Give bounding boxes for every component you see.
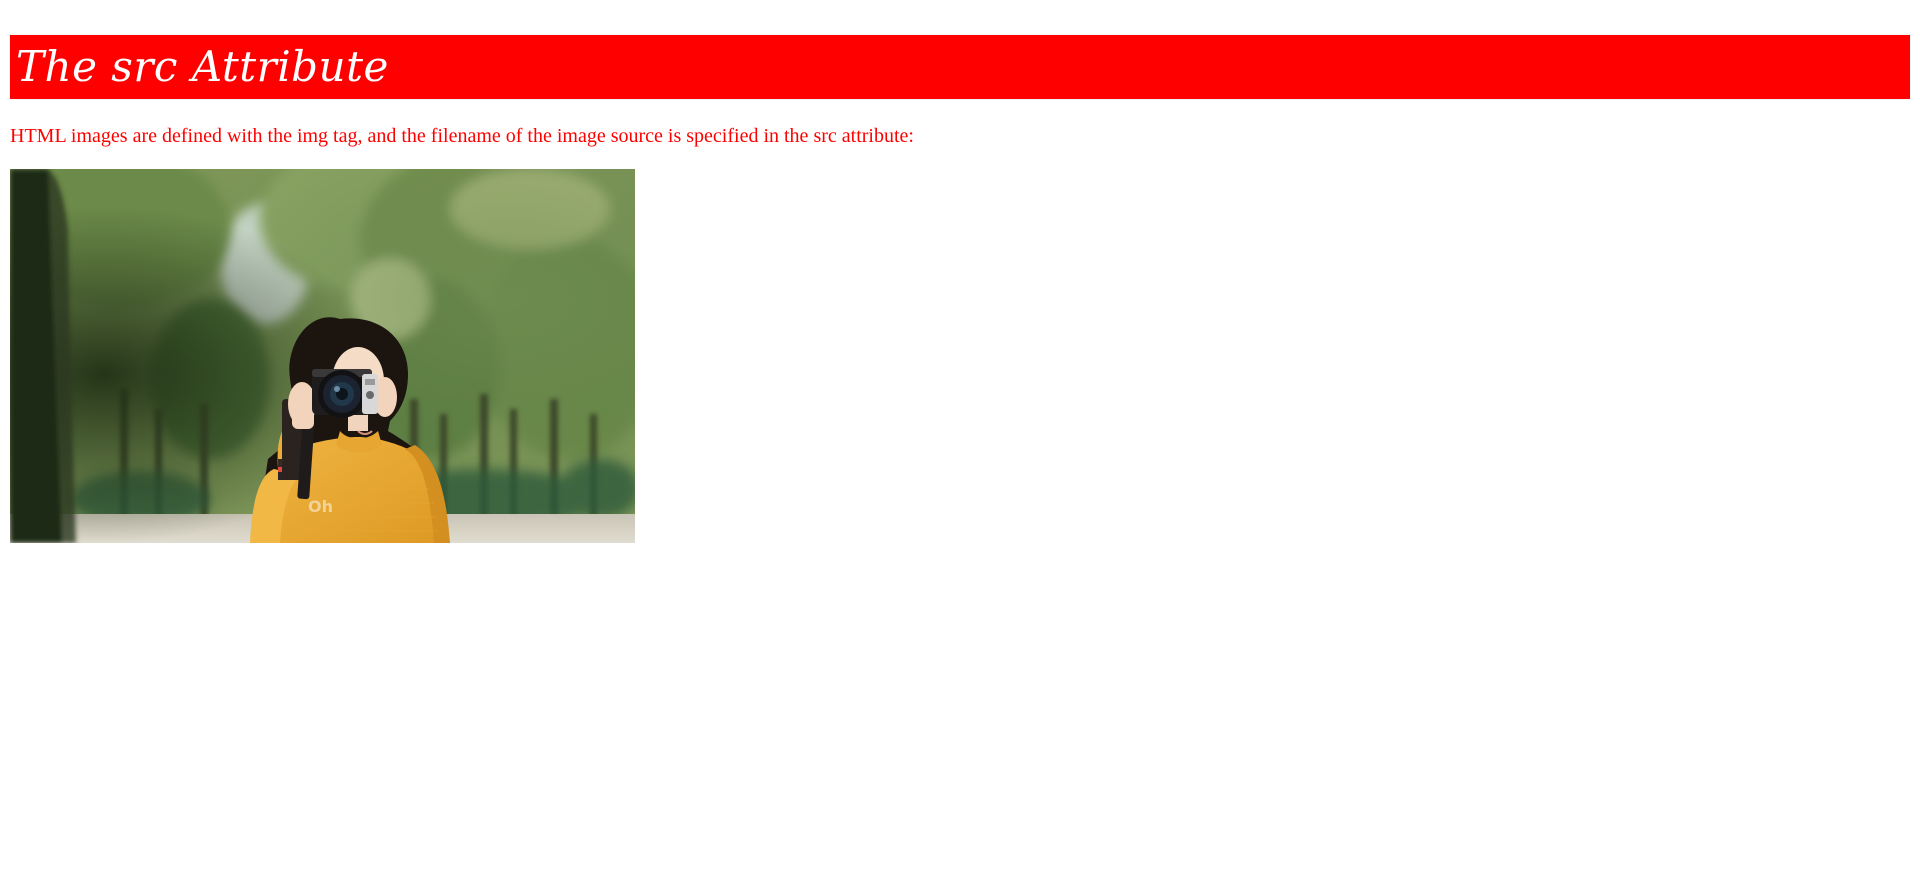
title-banner: The src Attribute (10, 35, 1910, 99)
svg-text:Oh: Oh (308, 497, 333, 516)
photo-of-woman-with-camera-icon: Oh (10, 169, 635, 543)
intro-paragraph: HTML images are defined with the img tag… (10, 125, 914, 147)
page-title: The src Attribute (16, 42, 389, 91)
page-content: The src Attribute HTML images are define… (10, 35, 1910, 543)
photo-image: Oh (10, 169, 635, 543)
